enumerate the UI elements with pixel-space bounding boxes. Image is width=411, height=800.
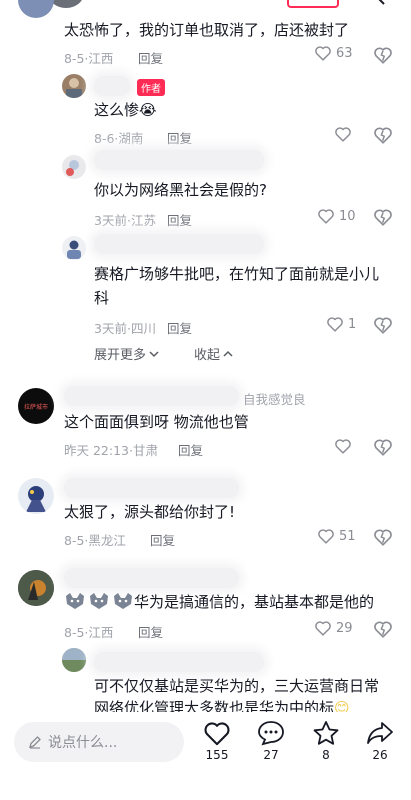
comment-action-count: 27 [263,748,279,762]
share-arrow-icon [367,722,393,744]
like-button[interactable]: 1 [326,316,356,332]
username-obscured[interactable] [94,150,264,170]
comment-meta: 3天前·江苏 [94,213,156,228]
like-action-count: 155 [205,748,229,762]
top-header-partial [0,0,411,10]
comment-text: 太狠了，源头都给你封了! [64,503,236,521]
avatar[interactable]: 拉萨城市 [18,388,54,424]
follow-button-partial[interactable] [287,0,339,8]
heart-icon [327,317,343,332]
like-button[interactable]: 63 [314,45,353,61]
dislike-icon[interactable] [373,620,393,638]
comment-meta: 昨天 22:13·甘肃 [64,443,158,458]
username-obscured[interactable] [94,652,264,672]
reply-button[interactable]: 回复 [178,440,203,459]
comment-meta: 8-5·江西 [64,625,114,640]
reply-button[interactable]: 回复 [138,622,163,641]
username-obscured[interactable] [64,568,239,588]
comment-text: 华为是搞通信的，基站基本都是他的 [134,593,375,611]
heart-icon [335,439,351,454]
favorite-action-count: 8 [322,748,330,762]
like-count: 1 [348,316,357,332]
like-count: 51 [339,528,356,544]
avatar-logo-text: 拉萨城市 [23,403,48,411]
comment-text: 你以为网络黑社会是假的? [94,181,267,199]
comment-meta: 8-6·湖南 [94,131,144,146]
comment-text-continued: 科 [94,289,110,307]
heart-icon [318,209,334,224]
comment-text: 这个面面俱到呀 物流他也管 [64,413,249,431]
dislike-icon[interactable] [373,316,393,334]
avatar[interactable] [62,236,86,260]
like-count: 63 [336,45,353,61]
heart-icon [318,529,334,544]
chevron-up-icon [223,350,233,357]
dislike-icon[interactable] [373,126,393,144]
username-obscured[interactable] [94,234,264,254]
heart-icon [335,127,351,142]
emoji-row [64,592,134,610]
comment-text: 这么惨😭 [94,101,157,119]
reply-button[interactable]: 回复 [167,210,192,229]
like-action[interactable]: 155 [195,720,239,762]
avatar[interactable] [18,0,54,18]
comment-input[interactable]: 说点什么... [14,722,184,762]
comment-bubble-icon [258,721,284,746]
share-action-count: 26 [372,748,388,762]
reply-button[interactable]: 回复 [167,318,192,337]
comment-text: 太恐怖了，我的订单也取消了，店还被封了 [64,21,350,39]
username-suffix: 自我感觉良 [243,392,306,407]
like-button[interactable] [334,438,352,454]
comment-action[interactable]: 27 [249,720,293,762]
like-button[interactable]: 29 [314,620,353,636]
avatar[interactable] [62,74,86,98]
username-obscured[interactable] [64,386,239,406]
bottom-action-bar: 说点什么... 155 27 8 26 [0,712,411,800]
author-badge: 作者 [137,79,165,96]
favorite-action[interactable]: 8 [304,720,348,762]
comment-text: 可不仅仅基站是买华为的，三大运营商日常 [94,677,380,695]
like-button[interactable]: 51 [317,528,356,544]
dislike-icon[interactable] [373,528,393,546]
reply-button[interactable]: 回复 [150,530,175,549]
dislike-icon[interactable] [373,208,393,226]
wolf-emoji-icon [66,593,84,609]
expand-more-button[interactable]: 展开更多 [94,344,159,363]
search-icon[interactable] [370,0,386,6]
chevron-down-icon [149,350,159,357]
wolf-emoji-icon [90,593,108,609]
comment-meta: 8-5·江西 [64,51,114,66]
heart-icon [204,722,230,746]
share-action[interactable]: 26 [358,720,402,762]
reply-button[interactable]: 回复 [167,128,192,147]
username-obscured[interactable] [94,76,130,96]
collapse-button[interactable]: 收起 [194,344,233,363]
avatar[interactable] [18,478,54,514]
pencil-icon [29,736,41,749]
comment-meta: 3天前·四川 [94,321,156,336]
avatar[interactable] [62,648,86,672]
heart-icon [315,46,331,61]
like-count: 29 [336,620,353,636]
avatar[interactable] [18,570,54,606]
star-icon [313,721,339,745]
wolf-emoji-icon [114,593,132,609]
username-obscured[interactable] [64,478,239,498]
like-count: 10 [339,208,356,224]
comment-meta: 8-5·黑龙江 [64,533,126,548]
dislike-icon[interactable] [373,438,393,456]
dislike-icon[interactable] [373,46,393,64]
comment-input-placeholder: 说点什么... [48,735,118,751]
like-button[interactable] [334,126,352,142]
reply-button[interactable]: 回复 [138,48,163,67]
comment-text: 赛格广场够牛批吧，在竹知了面前就是小儿 [94,265,380,283]
avatar[interactable] [62,155,86,179]
heart-icon [315,621,331,636]
like-button[interactable]: 10 [317,208,356,224]
